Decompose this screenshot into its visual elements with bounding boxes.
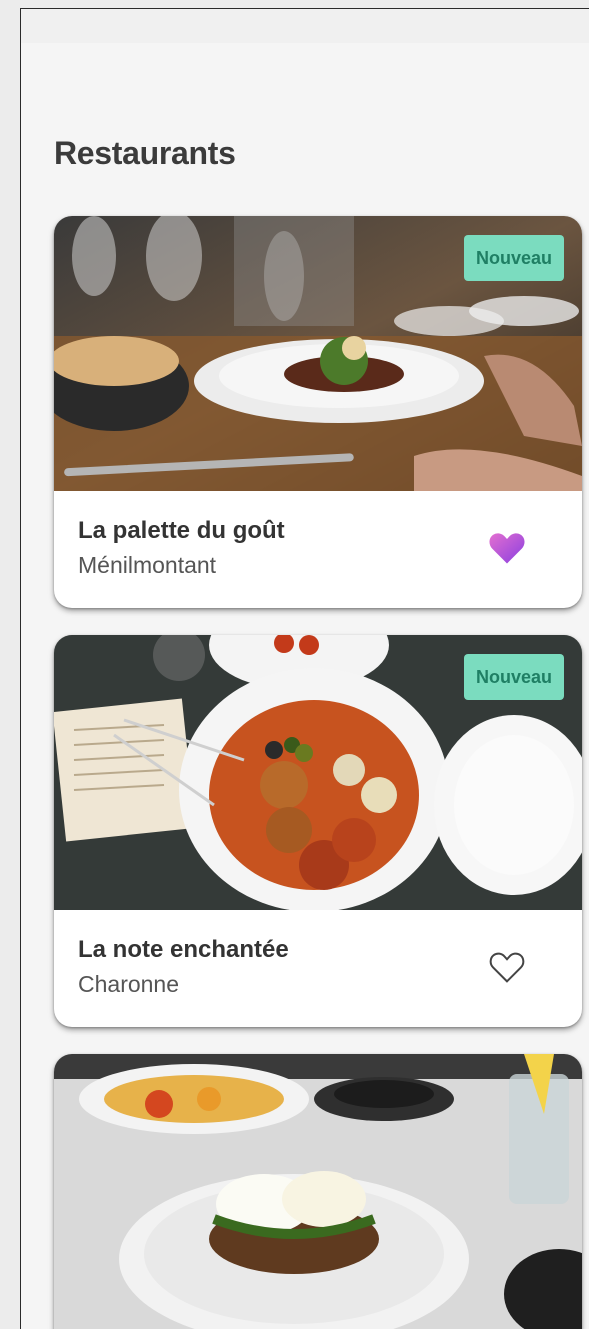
favorite-heart-icon[interactable] [488,531,526,565]
new-badge: Nouveau [463,654,564,700]
eggs-benedict-photo-icon [54,1054,582,1329]
new-badge: Nouveau [463,235,564,281]
restaurant-photo: Nouveau [54,635,582,910]
restaurant-card[interactable]: Nouveau La palette du goût Ménilmontant [54,216,582,608]
restaurant-area: Charonne [78,971,180,997]
restaurant-photo [54,1054,582,1329]
app-frame: Restaurants Nouveau La palette du goût M… [20,8,589,1329]
top-bar [21,9,589,43]
restaurant-area: Ménilmontant [78,552,217,578]
restaurant-photo: Nouveau [54,216,582,491]
restaurant-name: La note enchantée [78,936,289,963]
favorite-heart-outline-icon[interactable] [488,950,526,984]
card-body: La note enchantée Charonne [54,910,582,1027]
restaurant-name: La palette du goût [78,517,285,544]
page-title: Restaurants [54,135,236,171]
restaurant-card[interactable]: Nouveau La note enchantée Charonne [54,635,582,1027]
restaurant-card[interactable] [54,1054,582,1329]
card-body: La palette du goût Ménilmontant [54,491,582,608]
